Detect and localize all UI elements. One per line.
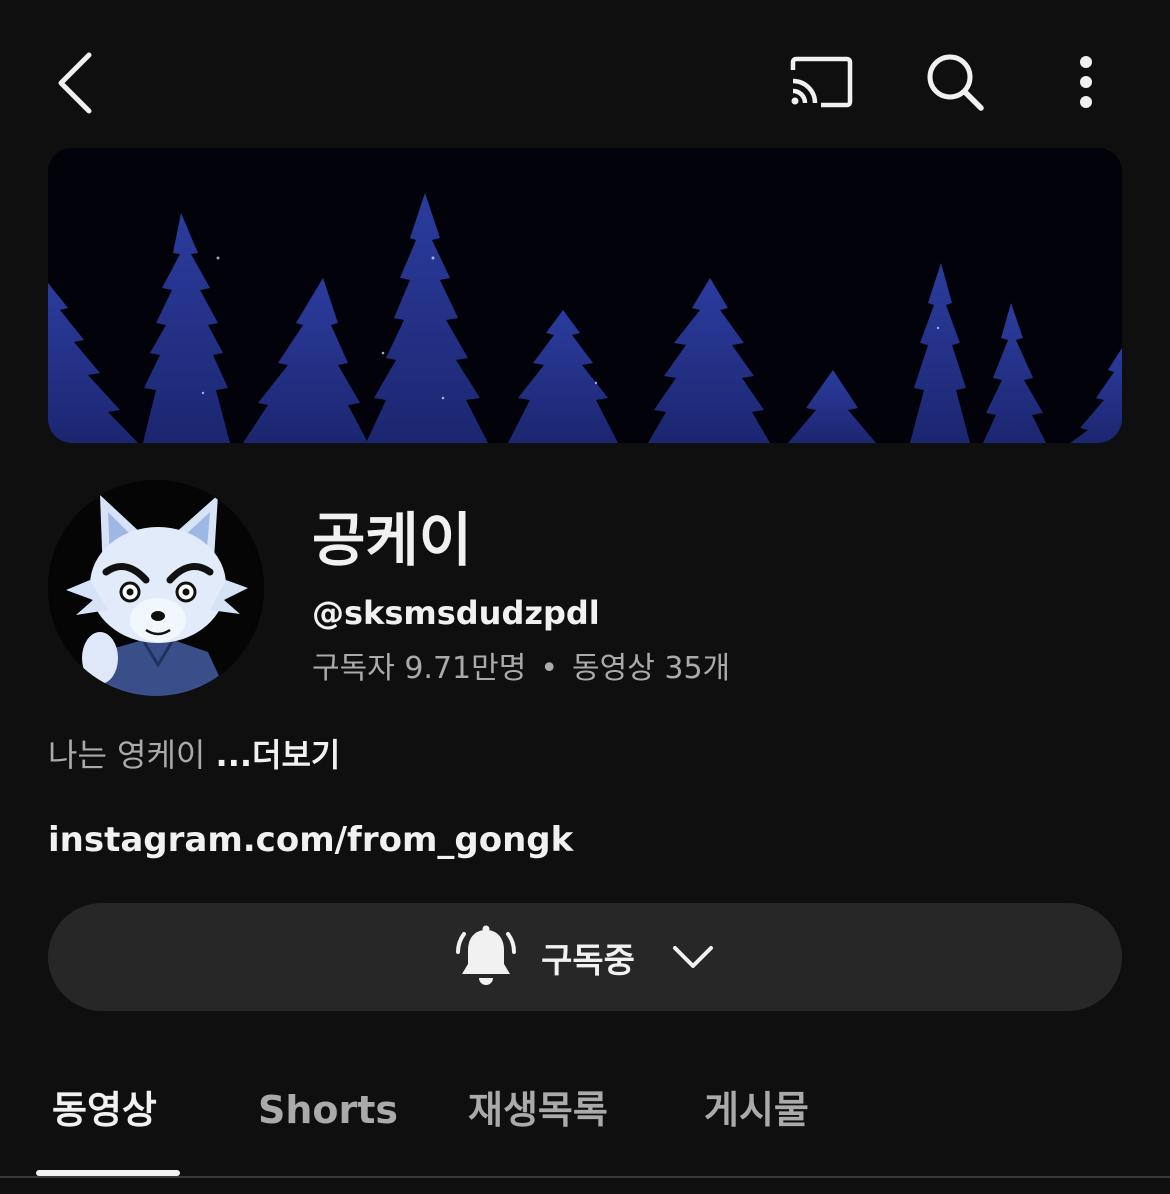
channel-avatar[interactable] — [48, 480, 264, 696]
channel-handle: @sksmsdudzpdl — [312, 594, 600, 632]
stats-separator: • — [540, 651, 559, 686]
channel-link[interactable]: instagram.com/from_gongk — [48, 815, 573, 865]
more-vertical-icon — [1080, 56, 1092, 108]
more-link[interactable]: ...더보기 — [216, 736, 341, 774]
cast-icon — [790, 56, 853, 108]
chevron-left-icon — [58, 52, 92, 113]
tab-divider — [0, 1176, 1170, 1178]
description-text: 나는 영케이 — [48, 736, 216, 774]
more-options-button[interactable] — [1060, 48, 1112, 116]
subscribed-label: 구독중 — [541, 940, 635, 981]
top-bar — [0, 0, 1170, 150]
tab-shorts[interactable]: Shorts — [258, 1080, 398, 1140]
tab-playlists[interactable]: 재생목록 — [468, 1080, 608, 1140]
channel-banner — [48, 148, 1122, 443]
channel-page: 공케이 @sksmsdudzpdl 구독자 9.71만명 • 동영상 35개 나는 … — [0, 0, 1170, 1194]
channel-tabs: 동영상 Shorts 재생목록 게시물 — [0, 1060, 1170, 1194]
subscriber-count: 구독자 9.71만명 — [312, 651, 527, 686]
channel-description[interactable]: 나는 영케이 ...더보기 — [48, 730, 340, 780]
tab-posts[interactable]: 게시물 — [704, 1080, 809, 1140]
bell-ringing-icon — [455, 924, 517, 990]
tab-videos[interactable]: 동영상 — [52, 1080, 157, 1140]
channel-name: 공케이 — [312, 506, 473, 574]
banner-image — [48, 148, 1122, 443]
active-tab-indicator — [36, 1170, 180, 1176]
cast-button[interactable] — [782, 48, 860, 116]
video-count: 동영상 35개 — [572, 651, 731, 686]
chevron-down-icon — [671, 942, 715, 972]
channel-stats: 구독자 9.71만명 • 동영상 35개 — [312, 646, 730, 692]
avatar-image — [48, 480, 264, 696]
search-button[interactable] — [918, 48, 992, 116]
subscribed-button[interactable]: 구독중 — [48, 903, 1122, 1011]
back-button[interactable] — [40, 45, 110, 120]
search-icon — [927, 54, 984, 111]
